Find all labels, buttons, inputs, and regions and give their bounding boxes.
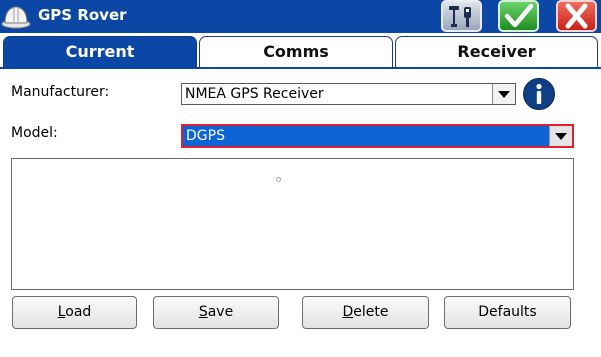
chevron-down-icon[interactable] [492,84,515,104]
gps-antenna-button[interactable] [441,0,482,32]
cursor-mark [276,177,281,182]
info-icon[interactable] [522,77,556,111]
save-button[interactable]: Save [153,296,279,329]
delete-button-label: elete [353,304,389,320]
defaults-button[interactable]: Defaults [444,296,571,329]
manufacturer-select[interactable]: NMEA GPS Receiver [181,83,516,105]
gps-antenna-icon [449,6,471,27]
model-value: DGPS [186,128,225,144]
hard-hat-icon [1,2,31,30]
defaults-button-label: Defaults [478,304,537,320]
load-button[interactable]: Load [12,296,137,329]
tab-strip: Current Comms Receiver [0,33,601,69]
checkmark-icon [504,3,534,28]
tab-current[interactable]: Current [3,36,197,68]
delete-button-mnemonic: D [342,304,354,320]
model-select[interactable]: DGPS [181,124,574,148]
tab-comms[interactable]: Comms [199,36,393,68]
tab-underline [0,67,601,69]
bottom-strip [0,340,601,357]
close-button[interactable] [556,0,597,32]
window-title: GPS Rover [38,6,127,24]
delete-button[interactable]: Delete [302,296,429,329]
tab-receiver[interactable]: Receiver [395,36,598,68]
manufacturer-label: Manufacturer: [11,84,110,100]
save-button-label: ave [207,304,234,320]
chevron-down-icon[interactable] [549,126,572,146]
ok-button[interactable] [498,0,539,32]
manufacturer-value: NMEA GPS Receiver [185,86,324,102]
model-label: Model: [11,125,58,141]
title-bar: GPS Rover [0,0,601,34]
load-button-label: oad [65,304,92,320]
save-button-mnemonic: S [198,304,208,320]
notes-textarea[interactable] [11,158,574,290]
close-x-icon [565,3,588,29]
